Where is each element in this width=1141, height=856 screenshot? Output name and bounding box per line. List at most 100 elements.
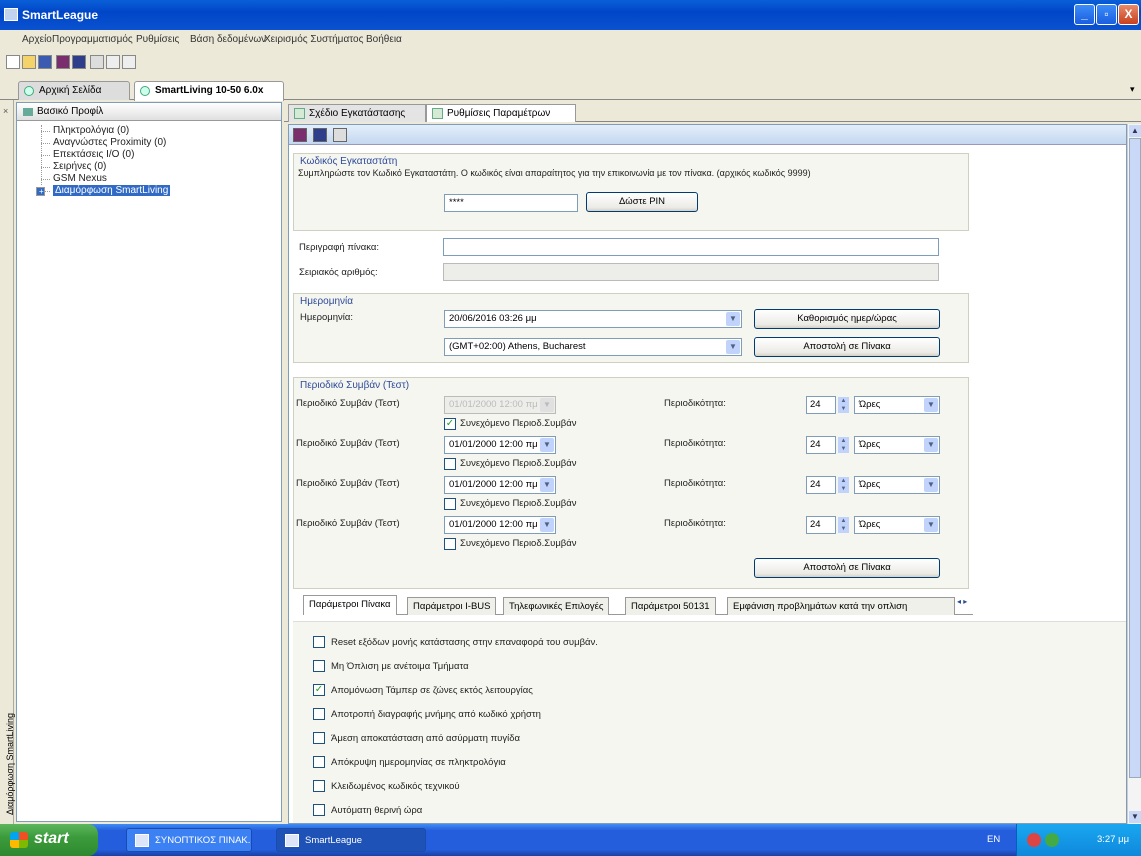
tree-item-proximity[interactable]: Αναγνώστες Proximity (0) [17, 137, 281, 149]
periodicity-value[interactable]: 24 [806, 436, 836, 454]
chevron-down-icon[interactable]: ▼ [924, 398, 938, 412]
save-icon[interactable] [38, 55, 52, 69]
tab-phone-options[interactable]: Τηλεφωνικές Επιλογές [503, 597, 610, 615]
close-button[interactable]: X [1118, 4, 1139, 25]
option-checkbox[interactable] [313, 636, 325, 649]
menu-help[interactable]: Βοήθεια [366, 34, 402, 45]
option-checkbox[interactable] [313, 660, 325, 673]
option-row[interactable]: Απόκρυψη ημερομηνίας σε πληκτρολόγια [313, 756, 506, 770]
undo-icon[interactable] [106, 55, 120, 69]
chevron-down-icon[interactable]: ▼ [924, 518, 938, 532]
periodicity-unit-select[interactable]: Ώρες ▼ [854, 396, 940, 414]
start-button[interactable]: start [0, 824, 98, 856]
tab-list-dropdown-icon[interactable]: ▾ [1130, 84, 1135, 95]
tree-item-gsm-nexus[interactable]: GSM Nexus [17, 173, 281, 185]
tab-installation-plan[interactable]: Σχέδιο Εγκατάστασης [288, 104, 426, 122]
write-to-panel-icon[interactable] [313, 128, 327, 142]
option-checkbox[interactable]: ✓ [313, 684, 325, 697]
tab-home[interactable]: Αρχική Σελίδα [18, 81, 130, 100]
pin-input[interactable]: **** [444, 194, 578, 212]
panel-description-input[interactable] [443, 238, 939, 256]
write-panel-icon[interactable] [72, 55, 86, 69]
periodicity-unit-select[interactable]: Ώρες ▼ [854, 436, 940, 454]
periodicity-value[interactable]: 24 [806, 476, 836, 494]
tab-parameter-settings[interactable]: Ρυθμίσεις Παραμέτρων [426, 104, 576, 122]
chevron-down-icon[interactable]: ▼ [540, 518, 554, 532]
tree-item-io-expansions[interactable]: Επεκτάσεις I/O (0) [17, 149, 281, 161]
continuous-event-checkbox[interactable] [444, 538, 456, 550]
continuous-event-checkbox[interactable]: ✓ [444, 418, 456, 430]
chevron-down-icon[interactable]: ▼ [726, 312, 740, 326]
tab-arming-problems[interactable]: Εμφάνιση προβλημάτων κατά την οπλιση [727, 597, 955, 615]
option-row[interactable]: Μη Όπλιση με ανέτοιμα Τμήματα [313, 660, 469, 674]
spinner-arrows-icon[interactable]: ▲ ▼ [838, 397, 849, 413]
option-row[interactable]: Αποτροπή διαγραφής μνήμης από κωδικό χρή… [313, 708, 541, 722]
scrollbar-thumb[interactable] [1129, 138, 1141, 778]
chevron-down-icon[interactable]: ▼ [924, 478, 938, 492]
spinner-arrows-icon[interactable]: ▲ ▼ [838, 437, 849, 453]
tab-panel-parameters[interactable]: Παράμετροι Πίνακα [303, 595, 397, 615]
option-row[interactable]: ✓ Απομόνωση Τάμπερ σε ζώνες εκτός λειτουρ… [313, 684, 533, 698]
tree-item-smartliving-config[interactable]: + Διαμόρφωση SmartLiving [17, 185, 281, 197]
read-panel-icon[interactable] [56, 55, 70, 69]
tree-item-keypads[interactable]: Πληκτρολόγια (0) [17, 125, 281, 137]
option-checkbox[interactable] [313, 708, 325, 721]
taskbar-item-synoptic[interactable]: ΣΥΝΟΠΤΙΚΟΣ ΠΙΝΑΚ... [126, 828, 252, 852]
continuous-event-checkbox[interactable] [444, 498, 456, 510]
read-from-panel-icon[interactable] [293, 128, 307, 142]
maximize-button[interactable]: ▫ [1096, 4, 1117, 25]
periodic-event-date[interactable]: 01/01/2000 12:00 πμ ▼ [444, 516, 556, 534]
option-row[interactable]: Άμεση αποκατάσταση από ασύρματη πυγίδα [313, 732, 520, 746]
periodicity-value[interactable]: 24 [806, 396, 836, 414]
option-checkbox[interactable] [313, 804, 325, 817]
continuous-event-checkbox[interactable] [444, 458, 456, 470]
menu-settings[interactable]: Ρυθμίσεις [136, 34, 179, 45]
set-date-time-button[interactable]: Καθορισμός ημερ/ώρας [754, 309, 940, 329]
tab-50131-parameters[interactable]: Παράμετροι 50131 [625, 597, 716, 615]
close-pane-icon[interactable]: × [3, 106, 8, 116]
option-checkbox[interactable] [313, 756, 325, 769]
date-picker[interactable]: 20/06/2016 03:26 μμ ▼ [444, 310, 742, 328]
option-row[interactable]: Κλειδωμένος κωδικός τεχνικού [313, 780, 460, 794]
enter-pin-button[interactable]: Δώστε PIN [586, 192, 698, 212]
periodic-event-date[interactable]: 01/01/2000 12:00 πμ ▼ [444, 476, 556, 494]
tab-smartliving[interactable]: SmartLiving 10-50 6.0x [134, 81, 284, 101]
network-tray-icon[interactable] [1045, 833, 1059, 847]
chevron-down-icon[interactable]: ▼ [540, 478, 554, 492]
option-checkbox[interactable] [313, 732, 325, 745]
chevron-down-icon[interactable]: ▼ [726, 340, 740, 354]
language-indicator[interactable]: EN [987, 834, 1000, 845]
minimize-button[interactable]: _ [1074, 4, 1095, 25]
security-tray-icon[interactable] [1027, 833, 1041, 847]
send-periodic-to-panel-button[interactable]: Αποστολή σε Πίνακα [754, 558, 940, 578]
scroll-down-icon[interactable]: ▼ [1129, 811, 1141, 823]
option-checkbox[interactable] [313, 780, 325, 793]
redo-icon[interactable] [122, 55, 136, 69]
print-icon[interactable] [90, 55, 104, 69]
tree-header[interactable]: Βασικό Προφίλ [17, 103, 281, 121]
chevron-down-icon[interactable]: ▼ [924, 438, 938, 452]
open-folder-icon[interactable] [22, 55, 36, 69]
spinner-arrows-icon[interactable]: ▲ ▼ [838, 517, 849, 533]
chevron-down-icon[interactable]: ▼ [540, 438, 554, 452]
menu-database[interactable]: Βάση δεδομένων [190, 34, 266, 45]
scroll-up-icon[interactable]: ▲ [1129, 125, 1141, 137]
send-date-to-panel-button[interactable]: Αποστολή σε Πίνακα [754, 337, 940, 357]
new-file-icon[interactable] [6, 55, 20, 69]
vertical-scrollbar[interactable]: ▲ ▼ [1127, 124, 1141, 824]
menu-file[interactable]: Αρχείο [22, 34, 52, 45]
menu-system-control[interactable]: Χειρισμός Συστήματος [264, 34, 363, 45]
periodicity-unit-select[interactable]: Ώρες ▼ [854, 516, 940, 534]
tab-ibus-parameters[interactable]: Παράμετροι I-BUS [407, 597, 497, 615]
taskbar-item-smartleague[interactable]: SmartLeague [276, 828, 426, 852]
option-row[interactable]: Αυτόματη θερινή ώρα [313, 804, 422, 818]
tab-scroll-arrows-icon[interactable]: ◂ ▸ [957, 597, 967, 606]
menu-programming[interactable]: Προγραμματισμός [52, 34, 133, 45]
side-strip-label[interactable]: Διαμόρφωση SmartLiving [5, 713, 15, 815]
option-row[interactable]: Reset εξόδων μονής κατάστασης στην επανα… [313, 636, 598, 650]
periodicity-value[interactable]: 24 [806, 516, 836, 534]
periodic-event-date[interactable]: 01/01/2000 12:00 πμ ▼ [444, 436, 556, 454]
print-icon[interactable] [333, 128, 347, 142]
timezone-select[interactable]: (GMT+02:00) Athens, Bucharest ▼ [444, 338, 742, 356]
periodicity-unit-select[interactable]: Ώρες ▼ [854, 476, 940, 494]
